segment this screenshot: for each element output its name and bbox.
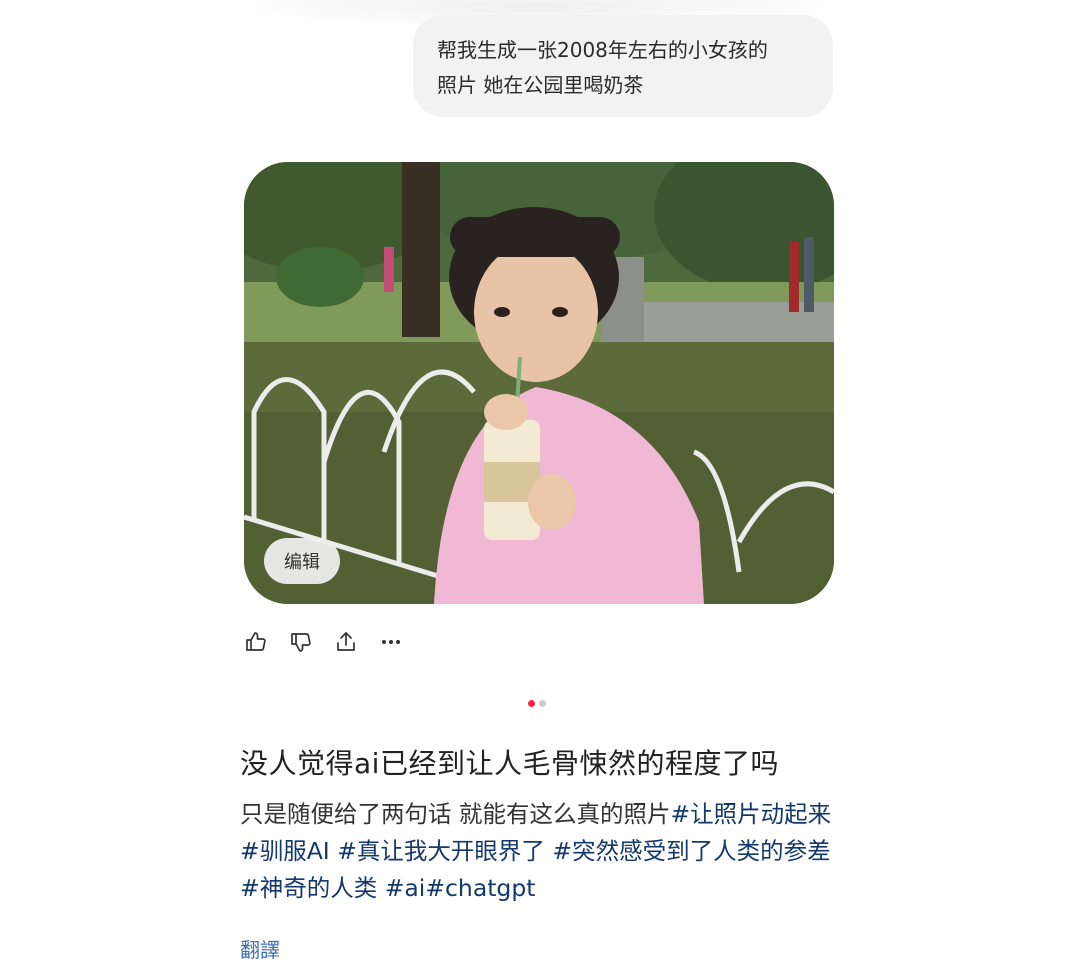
dislike-button[interactable]	[289, 626, 334, 658]
thumbs-up-icon	[246, 632, 266, 651]
post-body-text: 只是随便给了两句话 就能有这么真的照片	[240, 800, 671, 828]
hashtag[interactable]: #让照片动起来	[670, 800, 831, 828]
thumbs-down-icon	[291, 633, 311, 652]
pagination-dot-active[interactable]	[528, 700, 535, 707]
share-icon	[337, 632, 355, 651]
like-button[interactable]	[244, 626, 289, 658]
pagination-dot[interactable]	[539, 700, 546, 707]
hashtag[interactable]: #真让我大开眼界了	[337, 837, 545, 865]
image-pagination	[528, 700, 546, 707]
generated-photo[interactable]: 编辑	[244, 162, 834, 604]
more-button[interactable]	[379, 626, 424, 658]
edit-button[interactable]: 编辑	[264, 538, 340, 584]
message-actions	[244, 626, 424, 658]
user-message-line: 照片 她在公园里喝奶茶	[437, 73, 644, 97]
more-icon	[382, 640, 400, 644]
user-message-bubble: 帮我生成一张2008年左右的小女孩的 照片 她在公园里喝奶茶	[413, 15, 833, 117]
post-body: 只是随便给了两句话 就能有这么真的照片#让照片动起来 #驯服AI #真让我大开眼…	[240, 796, 850, 907]
hashtag[interactable]: #chatgpt	[425, 874, 535, 902]
hashtag[interactable]: #突然感受到了人类的参差	[552, 837, 830, 865]
share-button[interactable]	[334, 626, 379, 658]
user-message-line: 帮我生成一张2008年左右的小女孩的	[437, 38, 768, 62]
photo-illustration	[244, 162, 834, 604]
hashtag[interactable]: #驯服AI	[240, 837, 330, 865]
hashtag[interactable]: #ai	[385, 874, 426, 902]
post-title: 没人觉得ai已经到让人毛骨悚然的程度了吗	[240, 747, 779, 780]
hashtag[interactable]: #神奇的人类	[240, 874, 377, 902]
